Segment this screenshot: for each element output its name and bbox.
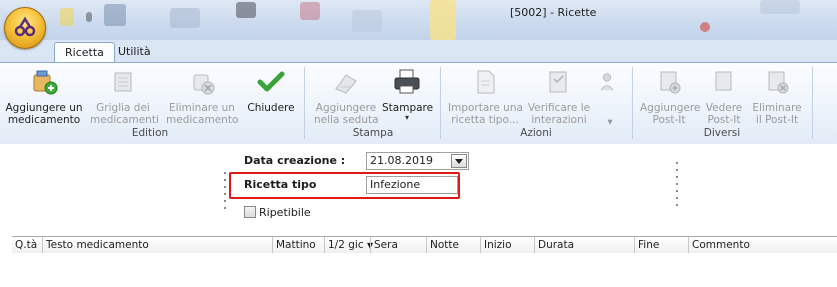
view-postit-label: Vedere Post-It — [705, 102, 743, 126]
repeatable-checkbox[interactable] — [244, 206, 256, 218]
repeatable-label: Ripetibile — [259, 206, 311, 219]
column-header-morning[interactable]: Mattino — [272, 237, 324, 253]
highlight-box — [229, 172, 460, 199]
delete-postit-icon — [768, 71, 789, 94]
delete-medication-icon — [193, 74, 215, 95]
medication-grid-label: Griglia dei medicamenti — [90, 102, 159, 126]
lightbulb-icon[interactable] — [60, 8, 74, 26]
window-title: [5002] - Ricette — [510, 6, 597, 19]
add-medication-button[interactable]: Aggiungere un medicamento — [4, 67, 84, 126]
chiudere-label: Chiudere — [247, 102, 295, 114]
import-recipe-icon — [477, 70, 495, 94]
blurred-icon — [700, 22, 710, 32]
stampare-button[interactable]: Stampare ▾ — [382, 67, 433, 122]
recipe-form: Data creazione : 21.08.2019 Ricetta tipo… — [0, 144, 837, 236]
add-to-session-icon — [335, 74, 357, 94]
grid-left-edge — [0, 236, 12, 287]
chiudere-button[interactable]: Chiudere — [246, 67, 296, 114]
check-interactions-icon — [549, 71, 567, 93]
delete-postit-label: Eliminare il Post-It — [752, 102, 802, 126]
column-header-night[interactable]: Notte — [426, 237, 480, 253]
checkmark-icon — [257, 71, 285, 92]
date-picker[interactable]: 21.08.2019 — [366, 152, 469, 170]
group-separator — [440, 67, 441, 139]
edition-group-label: Edition — [131, 127, 169, 139]
add-medication-icon — [33, 70, 58, 95]
date-label: Data creazione : — [244, 154, 346, 167]
add-to-session-label: Aggiungere nella seduta — [314, 102, 379, 126]
column-header-end[interactable]: Fine — [634, 237, 688, 253]
medication-grid-header: Q.tà Testo medicamento Mattino 1/2 gic ▼… — [12, 236, 837, 254]
app-logo-icon — [14, 16, 36, 37]
check-interactions-button[interactable]: Verificare le interazioni — [526, 67, 592, 126]
tab-ricetta[interactable]: Ricetta — [54, 42, 115, 63]
check-interactions-label: Verificare le interazioni — [527, 102, 591, 126]
date-value: 21.08.2019 — [370, 154, 433, 167]
date-dropdown-button[interactable] — [451, 154, 467, 168]
blurred-icon — [430, 0, 456, 40]
group-separator — [304, 67, 305, 139]
diversi-group-label: Diversi — [703, 127, 741, 139]
azioni-group-label: Azioni — [520, 127, 552, 139]
blurred-icon — [236, 2, 256, 18]
medication-grid-body[interactable] — [12, 253, 837, 287]
blurred-icon — [104, 4, 126, 26]
application-menu-button[interactable] — [4, 7, 46, 49]
chevron-down-icon — [455, 159, 463, 164]
printer-icon — [394, 69, 420, 94]
column-header-duration[interactable]: Durata — [534, 237, 634, 253]
column-header-quantity[interactable]: Q.tà — [12, 237, 42, 253]
column-header-half-day[interactable]: 1/2 gic ▼ — [324, 237, 373, 253]
add-postit-button[interactable]: Aggiungere Post-It — [640, 67, 701, 126]
blurred-icon — [300, 2, 320, 20]
separator-dots — [676, 162, 678, 211]
chevron-down-icon: ▾ — [404, 113, 409, 122]
blurred-icon — [352, 10, 382, 32]
stampa-group-label: Stampa — [352, 127, 394, 139]
half-day-label: 1/2 gic — [328, 239, 364, 251]
add-postit-icon — [660, 71, 681, 94]
ribbon-tab-row: Ricetta Utilità — [0, 40, 837, 63]
blurred-icon — [170, 8, 200, 28]
column-header-comment[interactable]: Commento — [688, 237, 837, 253]
delete-postit-button[interactable]: Eliminare il Post-It — [750, 67, 804, 126]
view-postit-icon — [715, 71, 732, 91]
quick-access-dropdown-icon[interactable] — [86, 12, 92, 22]
import-recipe-button[interactable]: Importare una ricetta tipo... — [448, 67, 523, 126]
add-postit-label: Aggiungere Post-It — [640, 102, 701, 126]
blurred-icon — [760, 0, 800, 14]
delete-medication-button[interactable]: Eliminare un medicamento — [166, 67, 238, 126]
tab-utilita[interactable]: Utilità — [108, 42, 161, 62]
title-bar: [5002] - Ricette — [0, 0, 837, 40]
person-button[interactable]: ▾ — [596, 67, 624, 128]
delete-medication-label: Eliminare un medicamento — [166, 102, 239, 126]
group-separator — [812, 67, 813, 139]
separator-dots — [224, 172, 226, 214]
medication-grid-icon — [114, 72, 132, 92]
medication-grid-button[interactable]: Griglia dei medicamenti — [90, 67, 159, 126]
person-icon — [600, 73, 614, 91]
column-header-evening[interactable]: Sera — [370, 237, 426, 253]
column-header-start[interactable]: Inizio — [480, 237, 534, 253]
group-separator — [632, 67, 633, 139]
ribbon: Aggiungere un medicamento Griglia dei me… — [0, 62, 837, 145]
view-postit-button[interactable]: Vedere Post-It — [702, 67, 746, 126]
add-to-session-button[interactable]: Aggiungere nella seduta — [314, 67, 379, 126]
column-header-medication-text[interactable]: Testo medicamento — [42, 237, 272, 253]
add-medication-label: Aggiungere un medicamento — [5, 102, 83, 126]
import-recipe-label: Importare una ricetta tipo... — [448, 102, 523, 126]
